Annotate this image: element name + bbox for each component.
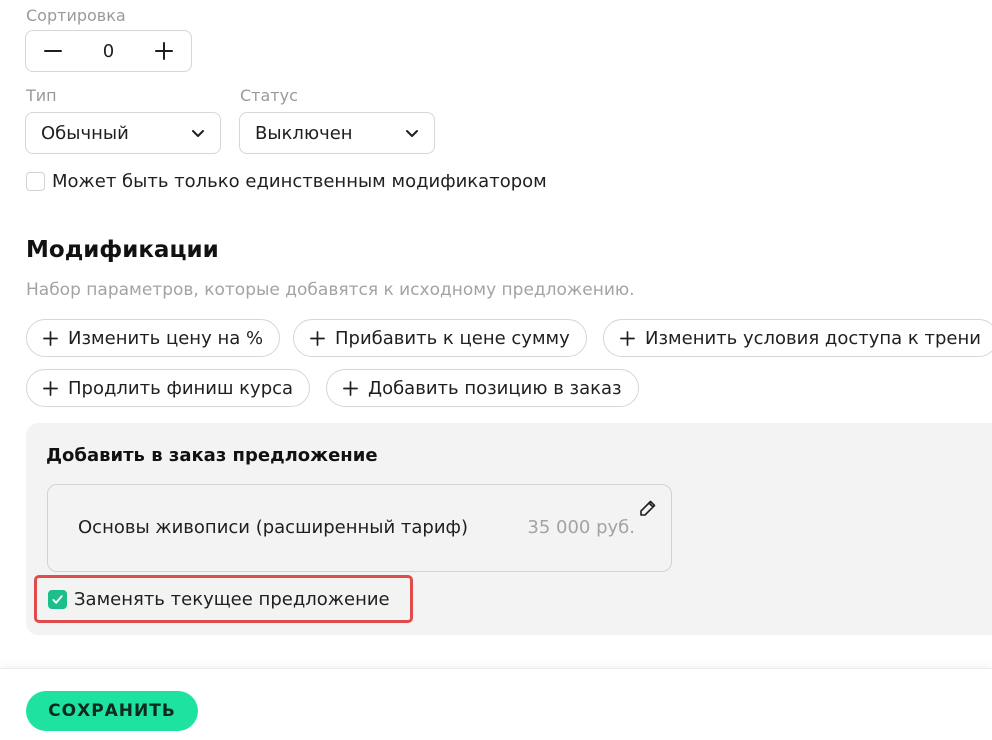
chip-label: Добавить позицию в заказ [368, 377, 622, 399]
add-change-price-percent-button[interactable]: Изменить цену на % [26, 319, 281, 357]
single-modifier-checkbox-row[interactable]: Может быть только единственным модификат… [26, 171, 547, 192]
add-access-conditions-button[interactable]: Изменить условия доступа к трени [603, 319, 992, 357]
sort-stepper [25, 30, 192, 72]
modifications-title: Модификации [26, 237, 219, 263]
chip-label: Прибавить к цене сумму [335, 327, 570, 349]
type-selected-value: Обычный [41, 122, 129, 144]
single-modifier-label: Может быть только единственным модификат… [52, 171, 547, 192]
status-label: Статус [240, 86, 298, 105]
plus-icon [43, 380, 58, 396]
save-button[interactable]: СОХРАНИТЬ [26, 691, 198, 731]
plus-icon [155, 42, 173, 60]
offer-card[interactable]: Основы живописи (расширенный тариф) 35 0… [47, 484, 672, 572]
add-extend-course-finish-button[interactable]: Продлить финиш курса [26, 369, 311, 407]
single-modifier-checkbox[interactable] [26, 172, 45, 191]
modifications-description: Набор параметров, которые добавятся к ис… [26, 280, 635, 300]
chip-label: Продлить финиш курса [68, 377, 294, 399]
offer-name: Основы живописи (расширенный тариф) [78, 517, 468, 538]
plus-icon [310, 330, 325, 346]
status-selected-value: Выключен [255, 122, 353, 144]
minus-icon [44, 50, 62, 52]
type-select[interactable]: Обычный [25, 112, 221, 154]
decrement-button[interactable] [28, 31, 78, 71]
plus-icon [620, 330, 635, 346]
type-label: Тип [26, 86, 57, 105]
add-offer-title: Добавить в заказ предложение [46, 445, 378, 466]
plus-icon [43, 330, 58, 346]
offer-settings-page: Сортировка Тип Обычный Статус Выключен М… [0, 0, 992, 740]
add-order-position-button[interactable]: Добавить позицию в заказ [326, 369, 639, 407]
highlight-frame [34, 575, 413, 623]
plus-icon [343, 380, 358, 396]
offer-price: 35 000 руб. [527, 517, 635, 538]
sort-label: Сортировка [26, 6, 126, 25]
status-select[interactable]: Выключен [239, 112, 435, 154]
chip-label: Изменить условия доступа к трени [645, 327, 981, 349]
add-price-amount-button[interactable]: Прибавить к цене сумму [293, 319, 587, 357]
sort-value-input[interactable] [86, 31, 131, 71]
pencil-icon[interactable] [638, 498, 658, 518]
chevron-down-icon [192, 130, 204, 137]
chevron-down-icon [406, 130, 418, 137]
footer-bar: СОХРАНИТЬ [0, 668, 992, 740]
increment-button[interactable] [139, 31, 189, 71]
chip-label: Изменить цену на % [68, 327, 264, 349]
